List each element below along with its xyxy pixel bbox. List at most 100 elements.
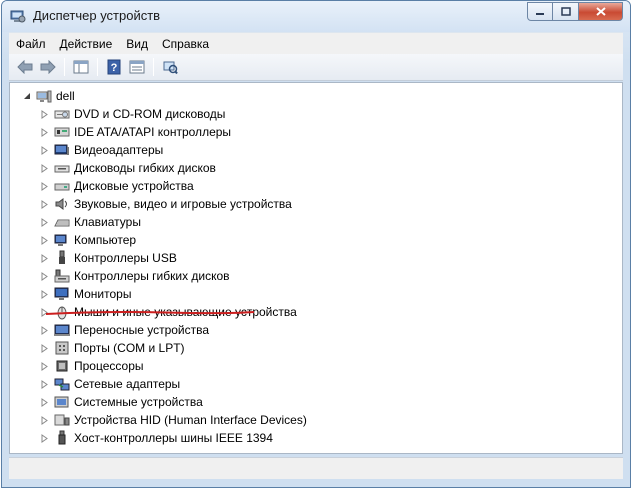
tree-item-label: Контроллеры USB bbox=[74, 251, 177, 265]
help-button[interactable]: ? bbox=[104, 57, 124, 77]
expand-arrow-icon[interactable] bbox=[40, 199, 49, 209]
tree-item[interactable]: Контроллеры гибких дисков bbox=[40, 267, 230, 285]
toolbar: ? bbox=[9, 54, 623, 81]
expand-arrow-icon[interactable] bbox=[40, 325, 49, 335]
device-tree[interactable]: dell DVD и CD-ROM дисководы IDE ATA/ATAPI… bbox=[9, 82, 623, 454]
device-manager-window: Диспетчер устройств Файл Действие Вид Сп… bbox=[1, 0, 631, 488]
toolbar-separator bbox=[64, 58, 65, 76]
expand-arrow-icon[interactable] bbox=[40, 109, 49, 119]
menu-help[interactable]: Справка bbox=[155, 37, 216, 51]
tree-item[interactable]: Сетевые адаптеры bbox=[40, 375, 180, 393]
tree-item[interactable]: Контроллеры USB bbox=[40, 249, 177, 267]
expand-arrow-icon[interactable] bbox=[40, 181, 49, 191]
tree-item[interactable]: Мониторы bbox=[40, 285, 131, 303]
red-underline-annotation bbox=[45, 311, 255, 315]
minimize-button[interactable] bbox=[527, 2, 553, 21]
expand-arrow-icon[interactable] bbox=[40, 253, 49, 263]
tree-root[interactable]: dell bbox=[22, 87, 75, 105]
forward-icon bbox=[40, 60, 56, 74]
tree-item-label: Порты (COM и LPT) bbox=[74, 341, 185, 355]
network-adapter-icon bbox=[54, 378, 70, 391]
system-device-icon bbox=[54, 396, 69, 408]
collapse-arrow-icon[interactable] bbox=[22, 91, 32, 101]
tree-item-label: Сетевые адаптеры bbox=[74, 377, 181, 391]
menu-file[interactable]: Файл bbox=[9, 37, 53, 51]
svg-text:?: ? bbox=[111, 62, 118, 74]
expand-arrow-icon[interactable] bbox=[40, 415, 49, 425]
device-manager-icon bbox=[10, 10, 26, 23]
tree-item[interactable]: Процессоры bbox=[40, 357, 144, 375]
expand-arrow-icon[interactable] bbox=[40, 235, 49, 245]
tree-item[interactable]: Хост-контроллеры шины IEEE 1394 bbox=[40, 429, 273, 447]
keyboard-icon bbox=[54, 219, 70, 227]
window-title: Диспетчер устройств bbox=[33, 8, 161, 23]
tree-item-label: Клавиатуры bbox=[74, 215, 141, 229]
tree-item-label: DVD и CD-ROM дисководы bbox=[74, 107, 226, 121]
tree-item-label: Компьютер bbox=[74, 233, 137, 247]
tree-item-label: Хост-контроллеры шины IEEE 1394 bbox=[74, 431, 273, 445]
expand-arrow-icon[interactable] bbox=[40, 433, 49, 443]
toolbar-separator bbox=[153, 58, 154, 76]
expand-arrow-icon[interactable] bbox=[40, 127, 49, 137]
tree-item[interactable]: Видеоадаптеры bbox=[40, 141, 163, 159]
tree-item[interactable]: Устройства HID (Human Interface Devices) bbox=[40, 411, 307, 429]
scan-hardware-icon bbox=[163, 61, 178, 75]
display-adapter-icon bbox=[54, 144, 69, 155]
menu-view[interactable]: Вид bbox=[119, 37, 155, 51]
floppy-controller-icon bbox=[54, 269, 70, 283]
forward-button[interactable] bbox=[38, 57, 58, 77]
portable-device-icon bbox=[54, 324, 70, 336]
tree-item-label: Дисководы гибких дисков bbox=[74, 161, 216, 175]
tree-item[interactable]: Переносные устройства bbox=[40, 321, 209, 339]
help-icon: ? bbox=[107, 59, 121, 75]
tree-item-label: Системные устройства bbox=[74, 395, 203, 409]
scan-hardware-button[interactable] bbox=[160, 57, 180, 77]
menu-action[interactable]: Действие bbox=[53, 37, 120, 51]
tree-item[interactable]: Клавиатуры bbox=[40, 213, 141, 231]
expand-arrow-icon[interactable] bbox=[40, 145, 49, 155]
back-button[interactable] bbox=[15, 57, 35, 77]
tree-item[interactable]: Дисководы гибких дисков bbox=[40, 159, 216, 177]
title-bar[interactable]: Диспетчер устройств bbox=[2, 1, 630, 32]
usb-icon bbox=[59, 250, 65, 264]
expand-arrow-icon[interactable] bbox=[40, 361, 49, 371]
expand-arrow-icon[interactable] bbox=[40, 217, 49, 227]
tree-item[interactable]: DVD и CD-ROM дисководы bbox=[40, 105, 225, 123]
expand-arrow-icon[interactable] bbox=[40, 289, 49, 299]
tree-item-label: Переносные устройства bbox=[74, 323, 210, 337]
tree-item[interactable]: Звуковые, видео и игровые устройства bbox=[40, 195, 292, 213]
expand-arrow-icon[interactable] bbox=[40, 271, 49, 281]
minimize-icon bbox=[536, 12, 544, 15]
expand-arrow-icon[interactable] bbox=[40, 397, 49, 407]
console-tree-button[interactable] bbox=[71, 57, 91, 77]
properties-button[interactable] bbox=[127, 57, 147, 77]
tree-item-label: Контроллеры гибких дисков bbox=[74, 269, 230, 283]
tree-item[interactable]: IDE ATA/ATAPI контроллеры bbox=[40, 123, 231, 141]
ieee1394-icon bbox=[58, 430, 66, 445]
tree-item-label: Мониторы bbox=[74, 287, 132, 301]
disk-drive-icon bbox=[54, 183, 70, 191]
expand-arrow-icon[interactable] bbox=[40, 163, 49, 173]
ide-controller-icon bbox=[54, 127, 70, 137]
maximize-button[interactable] bbox=[553, 2, 579, 21]
expand-arrow-icon[interactable] bbox=[40, 379, 49, 389]
hid-icon bbox=[54, 414, 70, 426]
tree-item[interactable]: Порты (COM и LPT) bbox=[40, 339, 185, 357]
expand-arrow-icon[interactable] bbox=[40, 343, 49, 353]
computer-icon bbox=[36, 90, 52, 103]
tree-item[interactable]: Системные устройства bbox=[40, 393, 203, 411]
tree-item[interactable]: Компьютер bbox=[40, 231, 136, 249]
processor-icon bbox=[56, 360, 68, 372]
menu-bar: Файл Действие Вид Справка bbox=[9, 32, 623, 54]
back-icon bbox=[17, 60, 33, 74]
monitor-icon bbox=[54, 287, 69, 300]
window-controls bbox=[527, 2, 623, 21]
tree-item-label: Дисковые устройства bbox=[74, 179, 194, 193]
dvd-drive-icon bbox=[54, 110, 70, 119]
sound-icon bbox=[55, 198, 67, 210]
properties-icon bbox=[129, 60, 145, 74]
floppy-drive-icon bbox=[54, 165, 70, 173]
tree-item-label: Видеоадаптеры bbox=[74, 143, 164, 157]
close-button[interactable] bbox=[579, 2, 623, 21]
tree-item[interactable]: Дисковые устройства bbox=[40, 177, 194, 195]
